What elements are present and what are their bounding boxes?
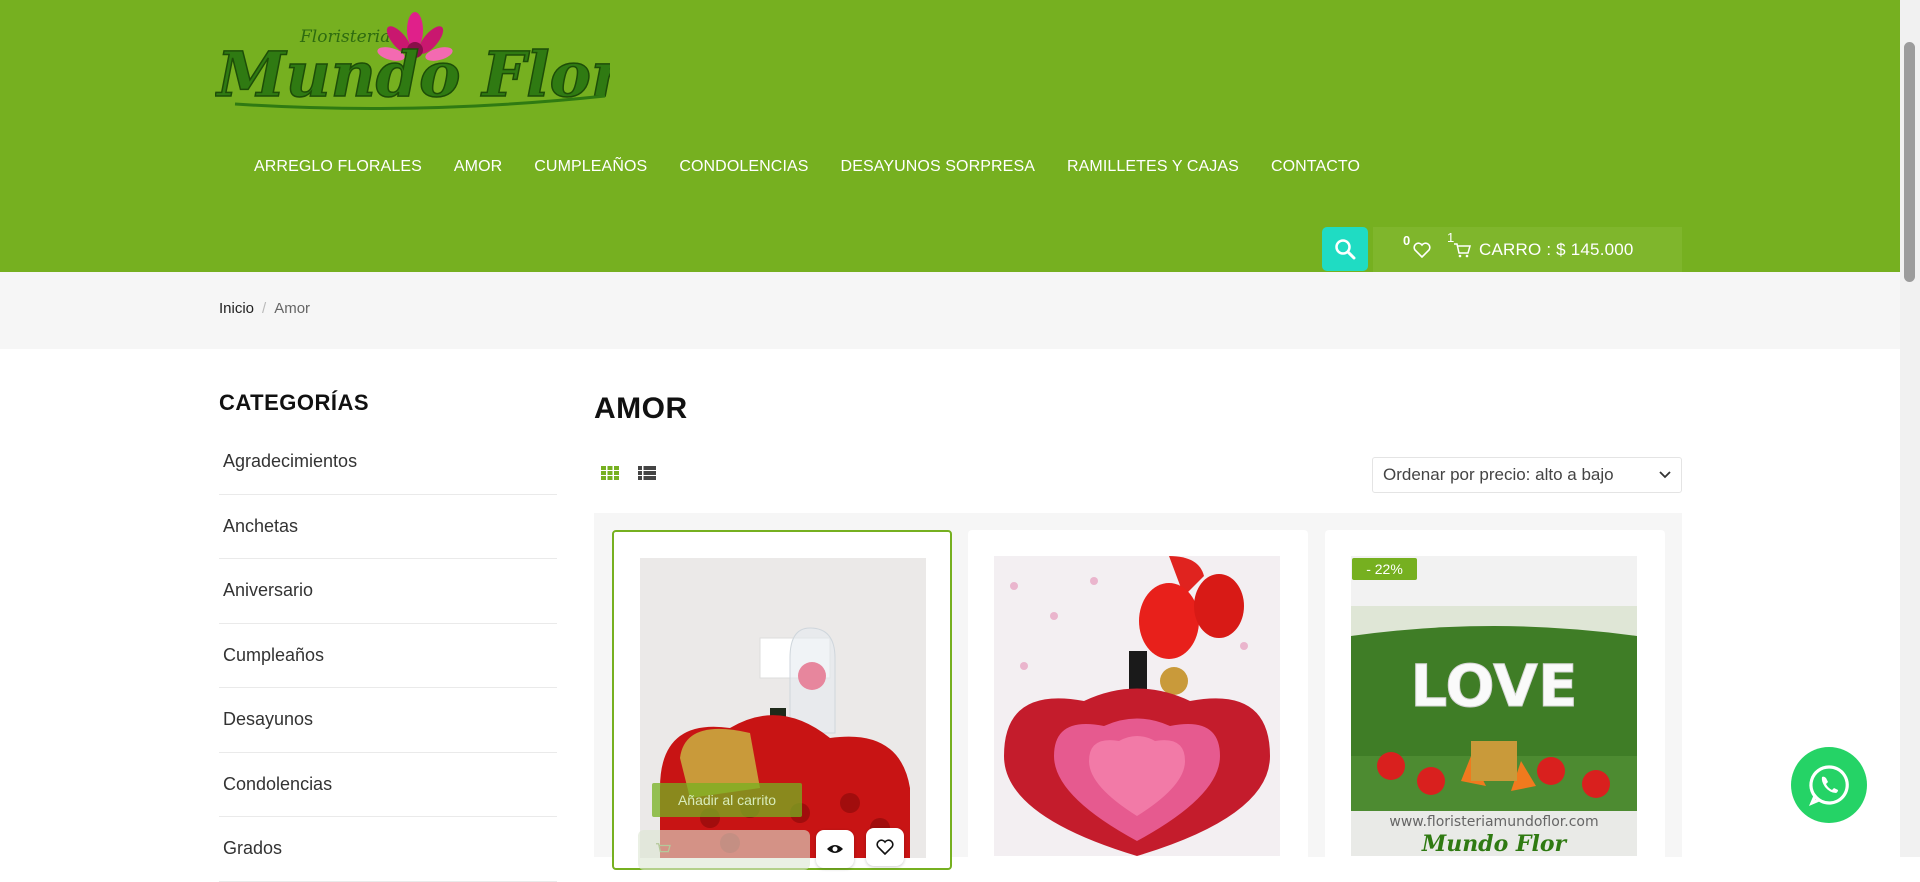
breadcrumb-separator: / <box>262 300 267 317</box>
nav-item-cumpleanos[interactable]: CUMPLEAÑOS <box>518 152 663 182</box>
breadcrumb-home[interactable]: Inicio <box>219 300 254 317</box>
add-to-cart-button[interactable]: Añadir al carrito <box>652 783 802 817</box>
nav-item-condolencias[interactable]: CONDOLENCIAS <box>663 152 824 182</box>
category-item-cumpleanos[interactable]: Cumpleaños <box>219 624 557 688</box>
nav-item-ramilletes-y-cajas[interactable]: RAMILLETES Y CAJAS <box>1051 152 1255 182</box>
nav-item-arreglo-florales[interactable]: ARREGLO FLORALES <box>238 152 438 182</box>
product-image[interactable]: LOVE www.floristeriamundoflor.com Mundo … <box>1351 556 1637 856</box>
site-header: Floristeria Mundo Flor ARREGLO FLORALES … <box>0 0 1920 272</box>
category-item-agradecimientos[interactable]: Agradecimientos <box>219 430 557 495</box>
svg-text:www.floristeriamundoflor.com: www.floristeriamundoflor.com <box>1389 814 1598 830</box>
search-icon <box>1335 239 1356 260</box>
category-item-grados[interactable]: Grados <box>219 817 557 882</box>
main-nav: ARREGLO FLORALES AMOR CUMPLEAÑOS CONDOLE… <box>238 152 1376 182</box>
nav-item-contacto[interactable]: CONTACTO <box>1255 152 1376 182</box>
category-item-anchetas[interactable]: Anchetas <box>219 495 557 559</box>
list-view-icon[interactable] <box>638 466 656 480</box>
cart-total: CARRO : $ 145.000 <box>1479 239 1634 259</box>
whatsapp-icon <box>1808 765 1849 807</box>
nav-item-amor[interactable]: AMOR <box>438 152 518 182</box>
page-title: AMOR <box>594 392 688 425</box>
quick-view-button[interactable] <box>816 830 854 868</box>
category-list: Agradecimientos Anchetas Aniversario Cum… <box>219 430 557 882</box>
cart-icon <box>1454 242 1471 257</box>
heart-icon <box>876 839 894 855</box>
heart-icon <box>1413 241 1431 258</box>
grid-view-icon[interactable] <box>601 466 619 480</box>
product-card[interactable] <box>612 530 952 870</box>
add-to-wishlist-button[interactable] <box>866 828 904 866</box>
sort-selected-value: Ordenar por precio: alto a bajo <box>1383 465 1614 484</box>
cart-button[interactable]: 1 CARRO : $ 145.000 <box>1447 230 1634 260</box>
discount-badge: - 22% <box>1352 558 1417 580</box>
svg-text:Mundo Flor: Mundo Flor <box>1421 831 1568 856</box>
wishlist-button[interactable]: 0 <box>1403 232 1433 265</box>
site-logo[interactable]: Floristeria Mundo Flor <box>215 8 610 122</box>
scrollbar-thumb[interactable] <box>1904 42 1915 282</box>
product-card[interactable] <box>968 530 1308 870</box>
cart-count: 1 <box>1447 229 1455 245</box>
header-cart-box: 0 1 CARRO : $ 145.000 <box>1373 227 1682 272</box>
whatsapp-button[interactable] <box>1791 747 1867 823</box>
sort-select[interactable]: Ordenar por precio: alto a bajo <box>1372 457 1682 493</box>
eye-icon <box>827 845 843 853</box>
svg-text:LOVE: LOVE <box>1410 652 1577 720</box>
product-image[interactable] <box>994 556 1280 856</box>
category-item-desayunos[interactable]: Desayunos <box>219 688 557 753</box>
category-item-aniversario[interactable]: Aniversario <box>219 559 557 624</box>
sidebar-title: CATEGORÍAS <box>219 390 370 415</box>
category-item-condolencias[interactable]: Condolencias <box>219 753 557 817</box>
search-button[interactable] <box>1322 227 1368 271</box>
breadcrumb-current: Amor <box>274 300 311 317</box>
cart-icon[interactable] <box>655 842 671 856</box>
product-card[interactable]: LOVE www.floristeriamundoflor.com Mundo … <box>1325 530 1665 870</box>
wishlist-count: 0 <box>1403 232 1411 248</box>
chevron-down-icon <box>1659 471 1671 479</box>
nav-item-desayunos-sorpresa[interactable]: DESAYUNOS SORPRESA <box>825 152 1051 182</box>
breadcrumb: Inicio / Amor <box>219 300 310 317</box>
